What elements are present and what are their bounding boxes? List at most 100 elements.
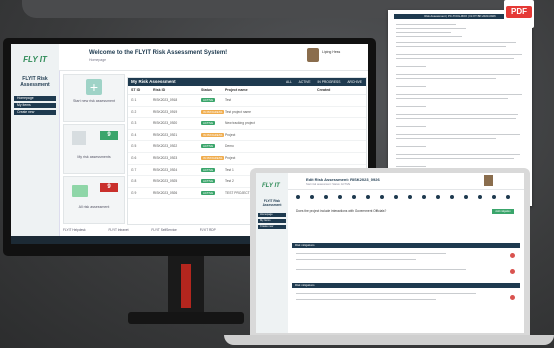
pdf-icon[interactable]: PDF bbox=[504, 0, 534, 28]
shortcut-intranet[interactable]: FLYIT Intranet bbox=[108, 228, 128, 232]
sidebar-item-create-new[interactable]: Create new bbox=[14, 110, 56, 115]
pdf-label: PDF bbox=[506, 6, 532, 18]
cell-status: ACTIVE bbox=[201, 118, 225, 129]
page-title: Welcome to the FLYIT Risk Assessment Sys… bbox=[89, 50, 228, 56]
sidebar-item-create-new[interactable]: Create new bbox=[258, 225, 286, 229]
table-row[interactable]: G 4 RISK2023_0921 IN PROGRESS Project bbox=[128, 130, 366, 142]
sidebar-item-homepage[interactable]: Homepage bbox=[14, 96, 56, 101]
cell-status: ACTIVE bbox=[201, 176, 225, 187]
cell-st-id: G 7 bbox=[131, 167, 137, 172]
status-badge: ACTIVE bbox=[201, 144, 216, 149]
delete-icon[interactable] bbox=[510, 253, 515, 258]
status-badge: ACTIVE bbox=[201, 190, 216, 195]
cell-status: ACTIVE bbox=[201, 141, 225, 152]
sidebar-item-homepage[interactable]: Homepage bbox=[258, 213, 286, 217]
table-row[interactable]: G 5 RISK2023_0922 ACTIVE Demo bbox=[128, 141, 366, 153]
cell-st-id: G 3 bbox=[131, 121, 137, 126]
status-badge: IN PROGRESS bbox=[201, 109, 225, 114]
section-header: Risk mitigations bbox=[292, 283, 520, 288]
delete-icon[interactable] bbox=[510, 295, 515, 300]
folder-icon bbox=[72, 185, 88, 197]
question-text: Does the project include interactions wi… bbox=[296, 209, 387, 213]
text-line bbox=[396, 58, 514, 60]
shortcut-selfservice[interactable]: FLYIT SelfService bbox=[151, 228, 176, 232]
sidebar-item-my-items[interactable]: My Items bbox=[14, 103, 56, 108]
avatar[interactable] bbox=[484, 175, 493, 186]
cell-project: Test bbox=[225, 98, 232, 102]
tab-archive[interactable]: ARCHIVE bbox=[347, 80, 362, 84]
table-row[interactable]: G 6 RISK2023_0923 IN PROGRESS Project bbox=[128, 153, 366, 165]
monitor-stand bbox=[168, 256, 204, 314]
section-header: Risk mitigations bbox=[292, 243, 520, 248]
laptop: FLY IT FLYIT Risk Assessment Homepage My… bbox=[250, 168, 530, 338]
card-label: Start new risk assessment bbox=[73, 99, 115, 103]
count-badge: 9 bbox=[100, 183, 118, 192]
monitor-base bbox=[128, 312, 244, 324]
text-line bbox=[296, 299, 436, 301]
cell-project: Demo bbox=[225, 144, 234, 149]
start-new-card[interactable]: + Start new risk assessment bbox=[63, 74, 125, 122]
text-line bbox=[396, 166, 426, 168]
text-line bbox=[396, 86, 426, 88]
cell-st-id: G 2 bbox=[131, 109, 137, 114]
filter-tabs: ALL ACTIVE IN PROGRESS ARCHIVE bbox=[280, 78, 362, 86]
laptop-screen: FLY IT FLYIT Risk Assessment Homepage My… bbox=[256, 173, 524, 333]
text-line bbox=[396, 54, 522, 56]
cell-risk-id: RISK2023_0920 bbox=[153, 121, 178, 126]
cell-st-id: G 4 bbox=[131, 132, 137, 137]
page-subtitle: Start risk assessment: Status: ACTIVE bbox=[306, 183, 351, 186]
cell-created bbox=[317, 107, 357, 118]
avatar[interactable] bbox=[307, 48, 319, 62]
all-risk-card[interactable]: 9 All risk assessment bbox=[63, 176, 125, 224]
cell-st-id: G 5 bbox=[131, 144, 137, 149]
sidebar-item-my-items[interactable]: My Items bbox=[258, 219, 286, 223]
table-row[interactable]: G 1 RISK2023_0918 ACTIVE Test bbox=[128, 95, 366, 107]
text-line bbox=[396, 126, 426, 128]
my-risk-card[interactable]: 9 My risk assessments bbox=[63, 124, 125, 174]
tab-all[interactable]: ALL bbox=[286, 80, 292, 84]
delete-icon[interactable] bbox=[510, 269, 515, 274]
main-header: Welcome to the FLYIT Risk Assessment Sys… bbox=[59, 44, 368, 71]
status-badge: ACTIVE bbox=[201, 179, 216, 184]
tab-in-progress[interactable]: IN PROGRESS bbox=[318, 80, 341, 84]
cell-st-id: G 9 bbox=[131, 190, 137, 195]
flyit-logo: FLY IT bbox=[262, 183, 280, 189]
laptop-base bbox=[224, 335, 554, 345]
table-row[interactable]: G 3 RISK2023_0920 ACTIVE New tracking proje… bbox=[128, 118, 366, 130]
cell-risk-id: RISK2023_0925 bbox=[153, 179, 178, 184]
progress-steps bbox=[296, 195, 516, 199]
text-line bbox=[396, 146, 426, 148]
cell-risk-id: RISK2023_0922 bbox=[153, 144, 178, 149]
laptop-header: Edit Risk Assessment: RISK2023_0926 Star… bbox=[288, 173, 524, 190]
breadcrumb[interactable]: Homepage bbox=[89, 58, 106, 62]
table-row[interactable]: G 2 RISK2023_0919 IN PROGRESS Test project … bbox=[128, 107, 366, 119]
shortcut-helpdesk[interactable]: FLYIT Helpdesk bbox=[63, 228, 86, 232]
cell-risk-id: RISK2023_0923 bbox=[153, 155, 178, 160]
col-project: Project name bbox=[225, 88, 248, 92]
cell-risk-id: RISK2023_0918 bbox=[153, 98, 178, 102]
text-line bbox=[396, 32, 451, 34]
cell-project: Project bbox=[225, 132, 236, 137]
table-title: My Risk Assessment bbox=[131, 79, 176, 84]
col-created: Created bbox=[317, 88, 331, 92]
col-st-id: ST ID bbox=[131, 88, 141, 92]
text-line bbox=[396, 154, 520, 156]
cell-status: ACTIVE bbox=[201, 95, 225, 106]
text-line bbox=[396, 118, 516, 120]
doc-icon bbox=[72, 131, 86, 145]
add-mitigation-button[interactable]: Add mitigation bbox=[492, 209, 514, 214]
laptop-sidebar: FLY IT FLYIT Risk Assessment Homepage My… bbox=[256, 173, 288, 333]
plus-icon: + bbox=[86, 79, 102, 95]
text-line bbox=[296, 269, 466, 271]
tab-active[interactable]: ACTIVE bbox=[299, 80, 311, 84]
cell-created bbox=[317, 130, 357, 141]
text-line bbox=[396, 36, 462, 38]
brand-name: FLYIT Risk Assessment bbox=[20, 76, 50, 88]
shortcut-rdp[interactable]: FLYIT RDP bbox=[200, 228, 216, 232]
user-name: Liping Hess bbox=[322, 50, 341, 54]
text-line bbox=[296, 293, 476, 295]
text-line bbox=[396, 28, 466, 30]
cell-status: ACTIVE bbox=[201, 165, 225, 176]
text-line bbox=[396, 46, 506, 48]
cell-risk-id: RISK2023_0921 bbox=[153, 132, 178, 137]
